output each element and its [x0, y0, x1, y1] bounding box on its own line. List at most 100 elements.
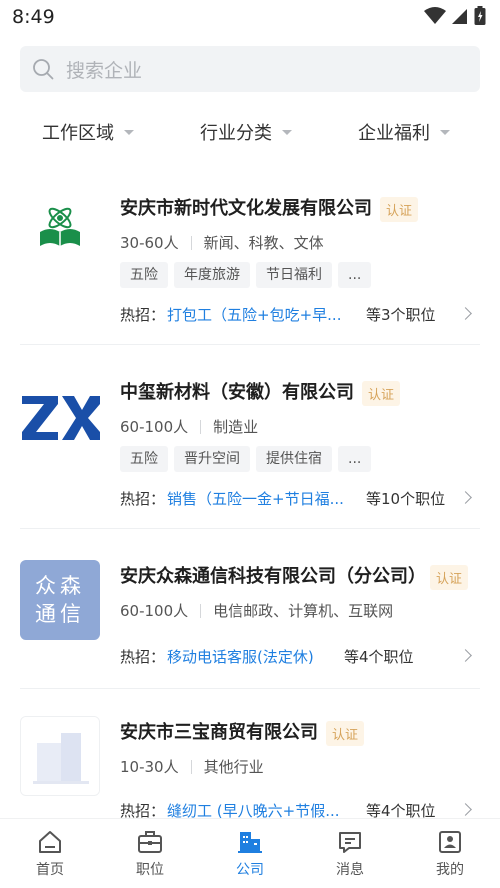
status-bar: 8:49 — [0, 0, 500, 34]
benefit-tag: 五险 — [120, 446, 168, 472]
briefcase-icon — [138, 831, 162, 853]
company-logo — [20, 376, 100, 456]
chevron-right-icon — [459, 803, 472, 816]
nav-profile[interactable]: 我的 — [400, 819, 500, 888]
building-placeholder-icon — [21, 717, 99, 795]
company-name-text: 安庆市三宝商贸有限公司 — [120, 722, 318, 743]
company-logo: 众森 通信 — [20, 560, 100, 640]
nav-label: 职位 — [136, 862, 164, 878]
dropdown-arrow-icon — [282, 129, 292, 135]
company-size: 30-60人 — [120, 234, 179, 252]
divider — [20, 688, 480, 689]
filter-work-area[interactable]: 工作区域 — [42, 110, 134, 154]
job-count: 等3个职位 — [366, 306, 436, 324]
divider — [20, 344, 480, 345]
search-input[interactable]: 搜索企业 — [20, 46, 480, 92]
company-card[interactable]: 中玺新材料（安徽）有限公司 认证 60-100人 制造业 五险 晋升空间 提供住宿… — [0, 360, 500, 536]
logo-text-line: 通信 — [35, 602, 85, 626]
benefit-tags: 五险 晋升空间 提供住宿 ... — [120, 446, 372, 472]
hot-job-link[interactable]: 打包工（五险+包吃+早... — [167, 304, 341, 325]
certified-badge: 认证 — [380, 196, 419, 222]
chevron-right-icon — [459, 307, 472, 320]
benefit-tag: 提供住宿 — [256, 446, 332, 472]
company-name-text: 中玺新材料（安徽）有限公司 — [120, 382, 354, 403]
company-meta: 60-100人 电信邮政、计算机、互联网 — [120, 600, 393, 621]
company-name: 安庆众森通信科技有限公司（分公司） 认证 — [120, 562, 469, 590]
nav-home[interactable]: 首页 — [0, 819, 100, 888]
nav-label: 公司 — [236, 862, 264, 878]
company-meta: 10-30人 其他行业 — [120, 756, 264, 777]
hot-job-link[interactable]: 销售（五险一金+节日福... — [167, 488, 344, 509]
signal-icon — [452, 9, 467, 24]
company-size: 10-30人 — [120, 758, 179, 776]
dropdown-arrow-icon — [440, 129, 450, 135]
nav-messages[interactable]: 消息 — [300, 819, 400, 888]
benefit-tag: 五险 — [120, 262, 168, 288]
chevron-right-icon — [459, 649, 472, 662]
job-count: 等4个职位 — [344, 648, 414, 666]
hot-job-link[interactable]: 移动电话客服(法定休) — [167, 646, 314, 667]
company-logo — [20, 716, 100, 796]
company-name-text: 安庆众森通信科技有限公司（分公司） — [120, 566, 426, 587]
company-logo — [20, 188, 100, 268]
zx-logo-icon — [20, 376, 100, 456]
certified-badge: 认证 — [326, 720, 365, 746]
nav-label: 首页 — [36, 862, 64, 878]
company-industry: 新闻、科教、文体 — [203, 234, 324, 252]
bottom-nav: 首页 职位 公司 消息 我的 — [0, 818, 500, 888]
status-time: 8:49 — [12, 6, 55, 28]
nav-label: 我的 — [436, 862, 464, 878]
company-size: 60-100人 — [120, 602, 189, 620]
company-industry: 其他行业 — [203, 758, 264, 776]
divider — [190, 235, 192, 250]
divider — [200, 603, 202, 618]
chevron-right-icon — [459, 491, 472, 504]
building-icon — [238, 832, 262, 853]
nav-jobs[interactable]: 职位 — [100, 819, 200, 888]
hot-label: 热招： — [120, 490, 166, 508]
profile-icon — [439, 831, 461, 853]
benefit-tag: 晋升空间 — [174, 446, 250, 472]
company-meta: 60-100人 制造业 — [120, 416, 258, 437]
status-icons — [424, 6, 486, 26]
hot-job-row[interactable]: 热招： 打包工（五险+包吃+早... — [120, 304, 341, 325]
hot-label: 热招： — [120, 306, 166, 324]
divider — [20, 528, 480, 529]
company-card[interactable]: 众森 通信 安庆众森通信科技有限公司（分公司） 认证 60-100人 电信邮政、计… — [0, 544, 500, 694]
filter-label: 工作区域 — [42, 123, 114, 144]
benefit-tag: 节日福利 — [256, 262, 332, 288]
filter-bar: 工作区域 行业分类 企业福利 — [0, 110, 500, 154]
company-industry: 制造业 — [213, 418, 259, 436]
company-card[interactable]: 安庆市新时代文化发展有限公司 认证 30-60人 新闻、科教、文体 五险 年度旅游… — [0, 176, 500, 352]
divider — [200, 419, 202, 434]
benefit-tags: 五险 年度旅游 节日福利 ... — [120, 262, 372, 288]
battery-icon — [474, 6, 486, 25]
home-icon — [39, 831, 61, 853]
filter-label: 企业福利 — [358, 123, 430, 144]
search-placeholder: 搜索企业 — [66, 59, 143, 82]
benefit-tag: ... — [338, 262, 372, 288]
hot-label: 热招： — [120, 648, 166, 666]
company-name-text: 安庆市新时代文化发展有限公司 — [120, 198, 372, 219]
hot-job-row[interactable]: 热招： 销售（五险一金+节日福... — [120, 488, 344, 509]
nav-company[interactable]: 公司 — [200, 819, 300, 888]
benefit-tag: 年度旅游 — [174, 262, 250, 288]
company-card[interactable]: 安庆市三宝商贸有限公司 认证 10-30人 其他行业 热招： 缝纫工 (早八晚六+… — [0, 702, 500, 820]
filter-industry[interactable]: 行业分类 — [200, 110, 292, 154]
message-icon — [339, 832, 361, 853]
dropdown-arrow-icon — [124, 129, 134, 135]
search-icon — [33, 59, 54, 80]
divider — [190, 759, 192, 774]
benefit-tag: ... — [338, 446, 372, 472]
company-size: 60-100人 — [120, 418, 189, 436]
nav-label: 消息 — [336, 862, 364, 878]
company-name: 安庆市三宝商贸有限公司 认证 — [120, 718, 365, 746]
job-count: 等10个职位 — [366, 490, 446, 508]
filter-label: 行业分类 — [200, 123, 272, 144]
filter-benefits[interactable]: 企业福利 — [358, 110, 450, 154]
logo-text-line: 众森 — [35, 574, 85, 598]
hot-job-row[interactable]: 热招： 移动电话客服(法定休) — [120, 646, 314, 667]
certified-badge: 认证 — [362, 380, 401, 406]
company-name: 安庆市新时代文化发展有限公司 认证 — [120, 194, 419, 222]
company-name: 中玺新材料（安徽）有限公司 认证 — [120, 378, 401, 406]
